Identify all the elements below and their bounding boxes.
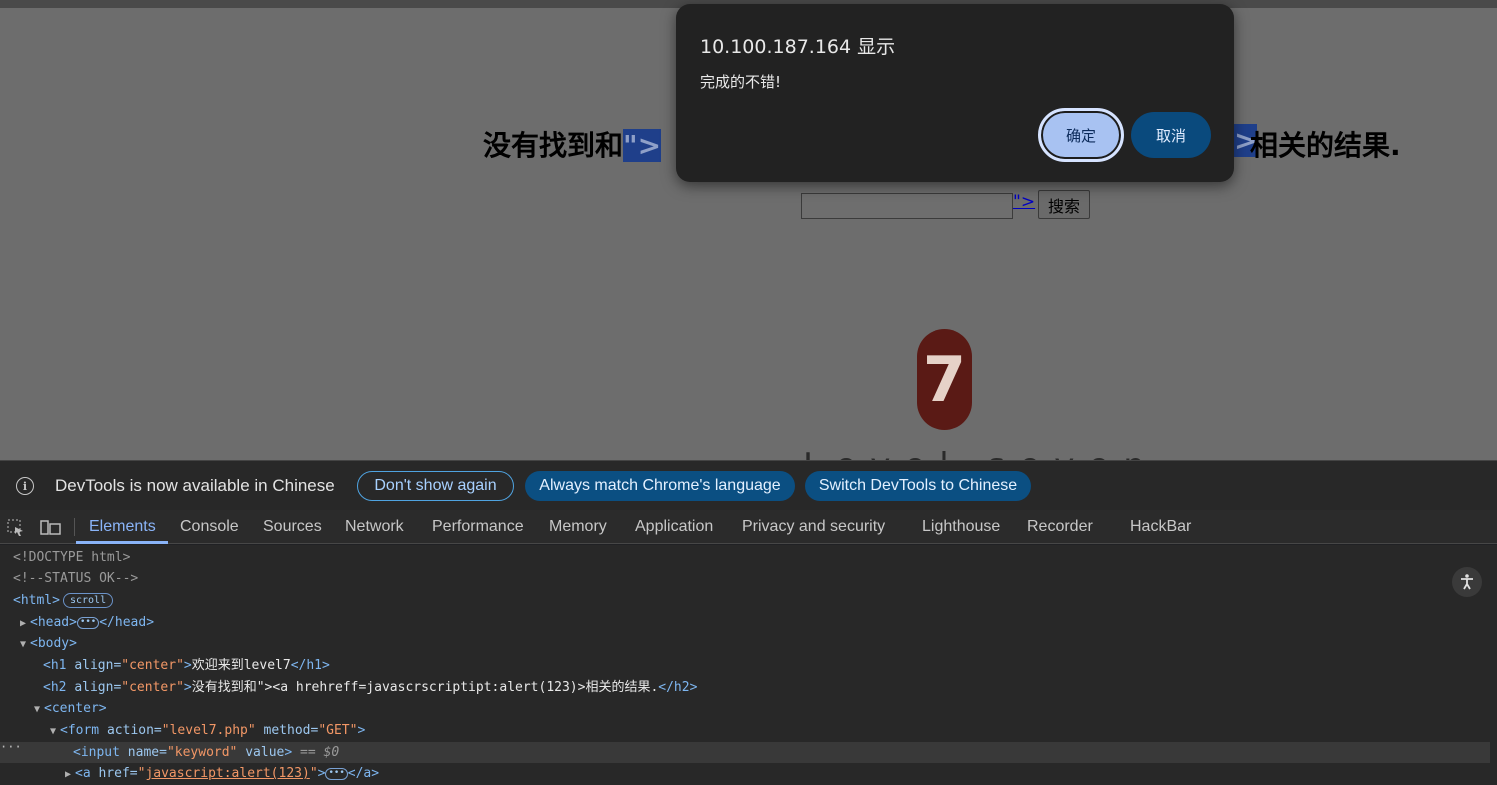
tab-elements[interactable]: Elements [89, 518, 156, 536]
collapse-triangle-icon[interactable]: ▼ [34, 699, 44, 720]
body-tag: <body> [30, 636, 77, 651]
tab-memory[interactable]: Memory [549, 518, 607, 536]
tag-end: > [317, 766, 326, 781]
tag-end: > [357, 723, 366, 738]
h1-close-tag: </h1> [290, 658, 330, 673]
dont-show-again-button[interactable]: Don't show again [357, 471, 514, 501]
result-heading: 没有找到和"> [483, 124, 662, 164]
tree-row-body[interactable]: ▼ <body> [0, 633, 1490, 654]
tree-row-comment[interactable]: <!--STATUS OK--> [0, 568, 1490, 589]
tree-row-html[interactable]: <html> scroll [0, 590, 1490, 611]
tab-recorder[interactable]: Recorder [1027, 518, 1093, 536]
keyword-input[interactable] [801, 193, 1013, 219]
info-icon: i [16, 477, 34, 495]
center-tag: <center> [44, 701, 107, 716]
form-action-value: "level7.php" [161, 723, 256, 738]
level-badge-image: 7 [917, 329, 972, 430]
tab-privacy-security[interactable]: Privacy and security [742, 518, 885, 536]
tree-row-input-selected[interactable]: <input name="keyword" value> == $0 [0, 742, 1490, 763]
ellipsis-badge[interactable]: ••• [76, 616, 100, 629]
head-open-tag: <head> [30, 615, 77, 630]
tree-row-h1[interactable]: <h1 align="center">欢迎来到level7</h1> [0, 655, 1490, 676]
collapse-triangle-icon[interactable]: ▼ [20, 634, 30, 655]
cancel-button[interactable]: 取消 [1131, 112, 1211, 158]
active-tab-indicator [76, 541, 168, 544]
a-close-tag: </a> [347, 766, 380, 781]
tab-lighthouse[interactable]: Lighthouse [922, 518, 1000, 536]
h2-attr-value: "center" [121, 680, 184, 695]
h2-attr-name: align= [74, 680, 122, 695]
row-more-icon[interactable]: ··· [0, 740, 22, 754]
expand-triangle-icon[interactable]: ▶ [65, 764, 75, 785]
tree-row-head[interactable]: ▶ <head> ••• </head> [0, 612, 1490, 633]
scroll-badge[interactable]: scroll [62, 593, 114, 608]
always-match-language-button[interactable]: Always match Chrome's language [525, 471, 795, 501]
infobar-text: DevTools is now available in Chinese [55, 476, 335, 495]
a-attr-href: href= [98, 766, 138, 781]
head-close-tag: </head> [99, 615, 155, 630]
input-attr-name: name= [127, 745, 167, 760]
tree-row-h2[interactable]: <h2 align="center">没有找到和"><a hrehreff=ja… [0, 677, 1490, 698]
form-open-tag: <form [60, 723, 107, 738]
level-logo-text: Level seven [803, 446, 1159, 460]
collapse-triangle-icon[interactable]: ▼ [50, 721, 60, 742]
html-tag: <html> [13, 593, 60, 608]
doctype-text: <!DOCTYPE html> [13, 550, 131, 565]
elements-tree: <!DOCTYPE html> <!--STATUS OK--> <html> s… [0, 545, 1497, 785]
heading-highlight-left: "> [623, 129, 662, 162]
comment-text: <!--STATUS OK--> [13, 571, 139, 586]
form-method-value: "GET" [318, 723, 358, 738]
selected-node-marker: == $0 [292, 745, 340, 760]
h1-attr-value: "center" [121, 658, 184, 673]
ellipsis-badge[interactable]: ••• [325, 767, 348, 780]
search-button[interactable]: 搜索 [1038, 190, 1090, 219]
heading-prefix: 没有找到和 [483, 129, 624, 162]
h1-text: 欢迎来到level7 [191, 658, 291, 673]
tag-end: > [183, 658, 192, 673]
tree-row-center[interactable]: ▼ <center> [0, 698, 1490, 719]
accessibility-icon[interactable] [1452, 567, 1482, 597]
tab-application[interactable]: Application [635, 518, 713, 536]
tab-sources[interactable]: Sources [263, 518, 322, 536]
heading-suffix: 相关的结果. [1250, 129, 1401, 162]
page-viewport: 没有找到和"> > 相关的结果. "> 搜索 7 Level seven 10.… [0, 0, 1497, 460]
tag-end: > [284, 745, 293, 760]
toolbar-separator [74, 518, 75, 536]
device-toolbar-icon[interactable] [40, 519, 61, 535]
h1-attr-name: align= [74, 658, 122, 673]
alert-dialog: 10.100.187.164 显示 完成的不错! 确定 取消 [676, 4, 1234, 182]
input-attr-value: value [237, 745, 285, 760]
devtools-language-infobar: i DevTools is now available in Chinese D… [0, 460, 1497, 510]
a-href-link[interactable]: javascript:alert(123) [145, 766, 309, 781]
quote: " [309, 766, 318, 781]
h2-open-tag: <h2 [43, 680, 75, 695]
tag-end: > [183, 680, 192, 695]
input-name-value: "keyword" [166, 745, 238, 760]
tree-row-doctype[interactable]: <!DOCTYPE html> [0, 547, 1490, 568]
tab-performance[interactable]: Performance [432, 518, 524, 536]
tab-hackbar[interactable]: HackBar [1130, 518, 1191, 536]
tree-row-anchor[interactable]: ▶ <a href="javascript:alert(123)"> ••• </a> [0, 763, 1490, 784]
tab-console[interactable]: Console [180, 518, 239, 536]
h1-open-tag: <h1 [43, 658, 75, 673]
injected-link[interactable]: "> [1013, 192, 1035, 212]
expand-triangle-icon[interactable]: ▶ [20, 613, 30, 634]
ok-button[interactable]: 确定 [1038, 108, 1124, 162]
h2-text: 没有找到和"><a hrehreff=javascrscriptipt:aler… [191, 680, 659, 695]
dialog-title: 10.100.187.164 显示 [700, 36, 896, 58]
tree-row-form[interactable]: ▼ <form action="level7.php" method="GET"> [0, 720, 1490, 741]
tab-network[interactable]: Network [345, 518, 404, 536]
devtools-tabbar: Elements Console Sources Network Perform… [0, 510, 1497, 544]
input-open-tag: <input [73, 745, 128, 760]
h2-close-tag: </h2> [658, 680, 698, 695]
switch-to-chinese-button[interactable]: Switch DevTools to Chinese [805, 471, 1031, 501]
a-open-tag: <a [75, 766, 99, 781]
form-attr-method: method= [255, 723, 319, 738]
form-attr-action: action= [106, 723, 162, 738]
dialog-message: 完成的不错! [700, 73, 782, 91]
inspect-element-icon[interactable] [7, 519, 25, 536]
